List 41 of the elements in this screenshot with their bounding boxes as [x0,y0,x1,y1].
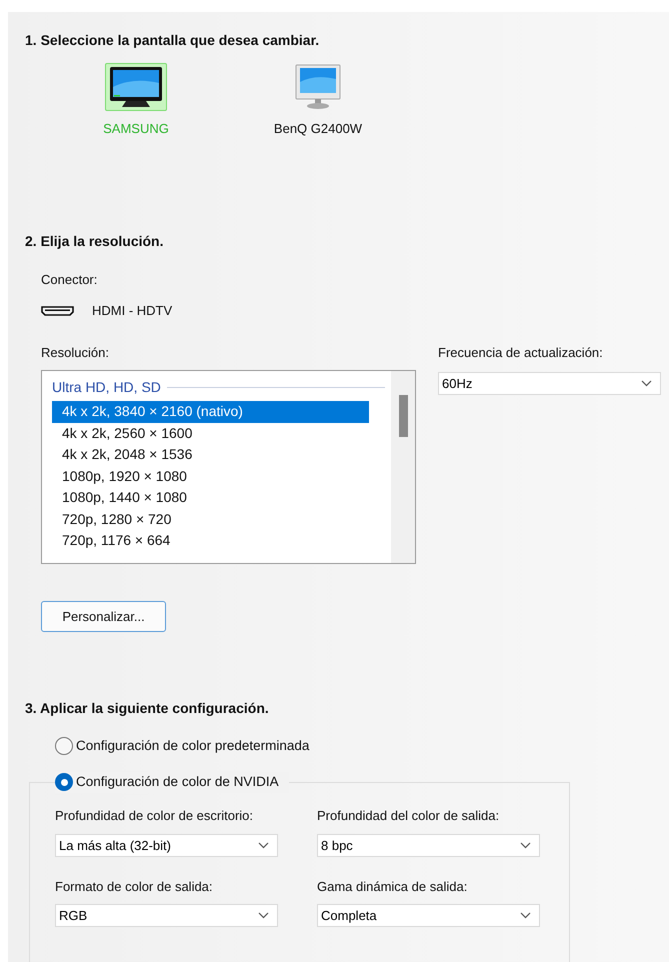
refresh-rate-label: Frecuencia de actualización: [438,344,604,362]
group-header: Ultra HD, HD, SD [52,378,161,397]
radio-label: Configuración de color predeterminada [76,737,310,755]
chevron-down-icon [520,912,531,920]
display-name: SAMSUNG [103,120,169,138]
resolution-label: Resolución: [41,344,110,362]
resolution-item[interactable]: 4k x 2k, 2560 × 1600 [52,422,369,444]
setting-label: Formato de color de salida: [55,878,214,896]
scrollbar[interactable] [391,371,415,563]
setting-label: Profundidad de color de escritorio: [55,807,254,826]
hdmi-port-icon [41,306,74,316]
resolution-item[interactable]: 1080p, 1920 × 1080 [52,466,369,487]
dropdown[interactable]: 60Hz [438,372,661,395]
display-tile[interactable] [105,63,167,111]
resolution-item[interactable]: 720p, 1280 × 720 [52,508,369,530]
chevron-down-icon [258,912,269,920]
resolution-item[interactable]: 4k x 2k, 2048 × 1536 [52,444,369,466]
dropdown[interactable]: La más alta (32-bit) [55,834,278,857]
section-heading: 1. Seleccione la pantalla que desea cambiar. [25,31,320,50]
dropdown[interactable]: 8 bpc [317,834,540,857]
monitor-icon [295,64,341,110]
radio-label: Configuración de color de NVIDIA [76,773,279,792]
display-name: BenQ G2400W [274,120,362,138]
dropdown[interactable]: Completa [317,904,540,928]
radio-button[interactable] [55,737,73,756]
customize-button[interactable]: Personalizar... [41,601,166,632]
chevron-down-icon [520,842,531,849]
resolution-item[interactable]: 4k x 2k, 3840 × 2160 (nativo) [52,401,369,422]
connector-label: Conector: [41,270,98,288]
dropdown[interactable]: RGB [55,904,278,928]
chevron-down-icon [641,380,652,387]
setting-label: Gama dinámica de salida: [317,878,468,896]
monitor-icon [108,65,164,109]
radio-button[interactable] [55,773,73,792]
chevron-down-icon [258,842,269,849]
section-heading: 2. Elija la resolución. [25,232,164,251]
resolution-item[interactable]: 720p, 1176 × 664 [52,530,369,552]
section-heading: 3. Aplicar la siguiente configuración. [25,699,270,718]
connector-value: HDMI - HDTV [92,302,172,320]
setting-label: Profundidad del color de salida: [317,807,500,826]
resolution-item[interactable]: 1080p, 1440 × 1080 [52,487,369,508]
